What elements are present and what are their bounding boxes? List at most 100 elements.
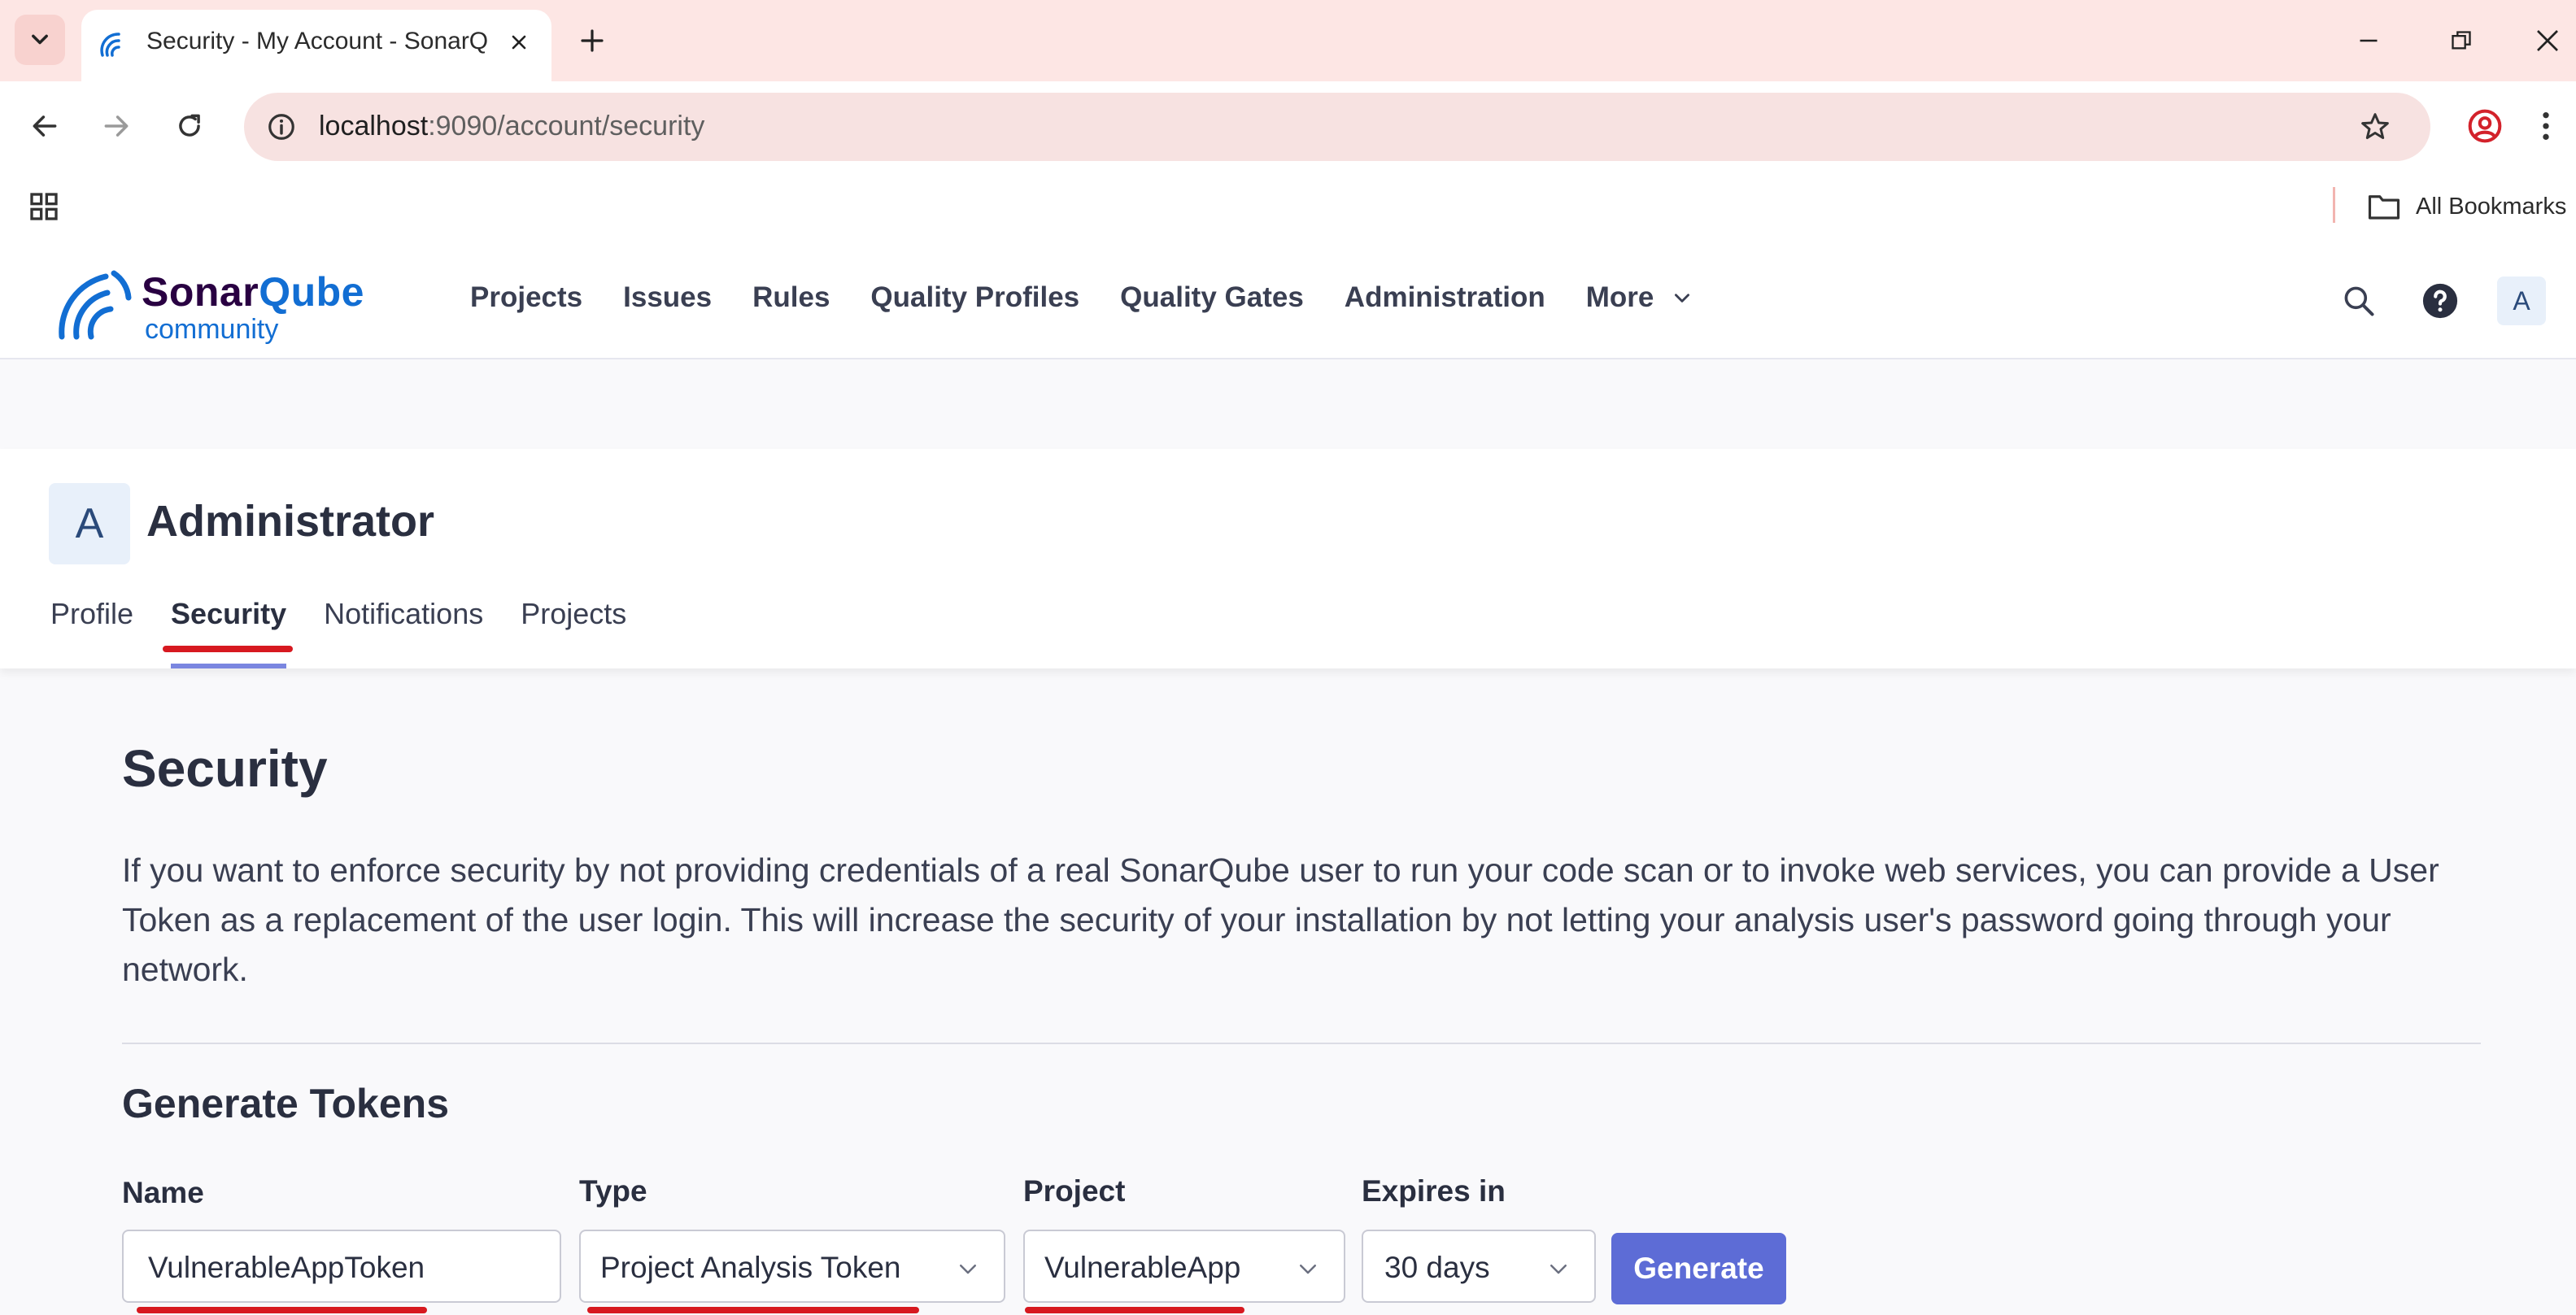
logo-wordmark-prefix: Sonar — [142, 269, 259, 315]
tab-strip: Security - My Account - SonarQube — [0, 0, 2576, 81]
tab-notifications[interactable]: Notifications — [324, 597, 483, 631]
tab-projects[interactable]: Projects — [521, 597, 626, 631]
token-type-value: Project Analysis Token — [600, 1251, 901, 1284]
annotation-underline-project — [1025, 1307, 1244, 1313]
chevron-down-icon — [1300, 1265, 1316, 1274]
tab-search-button[interactable] — [15, 15, 65, 65]
star-icon — [2361, 113, 2389, 139]
logo-wordmark: SonarQube — [142, 268, 364, 316]
close-icon — [512, 35, 526, 50]
project-label: Project — [1023, 1174, 1126, 1208]
bookmarks-separator — [2333, 187, 2335, 223]
restore-icon — [2452, 31, 2471, 50]
section-divider — [122, 1043, 2481, 1044]
info-icon — [268, 114, 294, 140]
window-restore-button[interactable] — [2435, 15, 2487, 67]
help-button[interactable] — [2416, 276, 2465, 325]
search-button[interactable] — [2334, 276, 2383, 325]
all-bookmarks-label: All Bookmarks — [2416, 193, 2567, 220]
name-label: Name — [122, 1176, 204, 1209]
minimize-icon — [2360, 39, 2378, 42]
new-tab-button[interactable] — [569, 18, 615, 63]
forward-button[interactable] — [89, 99, 143, 153]
nav-quality-gates[interactable]: Quality Gates — [1120, 281, 1304, 314]
token-expiry-select[interactable]: 30 days — [1362, 1230, 1596, 1303]
arrow-right-icon — [104, 115, 129, 137]
token-name-input[interactable]: VulnerableAppToken — [122, 1230, 561, 1303]
nav-more-label: More — [1585, 281, 1654, 313]
expires-label: Expires in — [1362, 1174, 1506, 1208]
nav-projects[interactable]: Projects — [470, 281, 582, 314]
folder-icon — [2368, 195, 2400, 220]
bookmarks-bar: All Bookmarks — [0, 171, 2576, 244]
bookmark-star-button[interactable] — [2352, 104, 2398, 150]
chevron-down-icon — [32, 34, 48, 45]
type-select-chevron — [953, 1254, 983, 1283]
token-expiry-value: 30 days — [1384, 1251, 1490, 1284]
expiry-select-chevron — [1544, 1254, 1573, 1283]
nav-issues[interactable]: Issues — [623, 281, 712, 314]
window-close-button[interactable] — [2522, 15, 2574, 67]
nav-administration[interactable]: Administration — [1345, 281, 1545, 314]
url-path: :9090/account/security — [428, 111, 705, 142]
project-select-chevron — [1293, 1254, 1323, 1283]
arrow-left-icon — [33, 115, 57, 137]
logo-wordmark-accent: Qube — [259, 269, 364, 315]
account-name: Administrator — [146, 497, 435, 546]
annotation-underline-security-tab — [163, 646, 293, 652]
browser-tab-active[interactable]: Security - My Account - SonarQube — [81, 10, 551, 81]
tab-title: Security - My Account - SonarQube — [146, 28, 488, 54]
sonarqube-logo-icon — [59, 270, 132, 340]
tab-profile[interactable]: Profile — [50, 597, 133, 631]
chevron-down-icon — [1675, 294, 1690, 303]
profile-icon — [2468, 109, 2502, 143]
window-minimize-button[interactable] — [2343, 15, 2395, 67]
chevron-down-icon — [960, 1265, 976, 1274]
nav-quality-profiles[interactable]: Quality Profiles — [870, 281, 1079, 314]
annotation-underline-type — [587, 1307, 919, 1313]
url-text: localhost:9090/account/security — [319, 111, 704, 142]
generate-button[interactable]: Generate — [1611, 1233, 1786, 1304]
account-header: A Administrator Profile Security Notific… — [0, 449, 2576, 668]
page-title: Security — [122, 739, 328, 798]
browser-chrome: Security - My Account - SonarQube — [0, 0, 2576, 244]
all-bookmarks-button[interactable]: All Bookmarks — [2367, 184, 2566, 229]
security-description: If you want to enforce security by not p… — [122, 851, 2439, 988]
token-project-value: VulnerableApp — [1044, 1251, 1241, 1284]
kebab-menu-icon — [2543, 112, 2549, 140]
apps-grid-icon — [30, 193, 58, 220]
sonarqube-header: SonarQube community Projects Issues Rule… — [0, 244, 2576, 359]
user-avatar-button[interactable]: A — [2497, 276, 2546, 325]
annotation-underline-name — [137, 1307, 427, 1313]
apps-button[interactable] — [23, 185, 65, 228]
nav-rules[interactable]: Rules — [752, 281, 830, 314]
address-bar[interactable]: localhost:9090/account/security — [244, 93, 2430, 161]
reload-button[interactable] — [163, 99, 216, 153]
avatar: A — [49, 483, 130, 564]
site-info-button[interactable] — [259, 104, 304, 150]
close-icon — [2537, 30, 2558, 51]
browser-toolbar: localhost:9090/account/security — [0, 81, 2576, 171]
type-label: Type — [579, 1174, 647, 1208]
help-icon — [2422, 283, 2458, 319]
token-project-select[interactable]: VulnerableApp — [1023, 1230, 1345, 1303]
search-icon — [2344, 286, 2374, 316]
main-nav: Projects Issues Rules Quality Profiles Q… — [470, 281, 1693, 314]
generate-tokens-title: Generate Tokens — [122, 1081, 450, 1126]
browser-menu-button[interactable] — [2530, 99, 2562, 153]
sonarqube-favicon-icon — [100, 33, 120, 57]
sonarqube-logo[interactable]: SonarQube community — [54, 262, 395, 345]
back-button[interactable] — [18, 99, 72, 153]
chevron-down-icon — [1550, 1265, 1567, 1274]
tab-security[interactable]: Security — [171, 597, 287, 668]
profile-button[interactable] — [2458, 99, 2512, 153]
plus-icon — [581, 29, 604, 52]
token-name-value: VulnerableAppToken — [148, 1251, 425, 1284]
logo-edition: community — [145, 314, 279, 345]
account-tabs: Profile Security Notifications Projects — [50, 597, 626, 668]
reload-icon — [179, 114, 200, 137]
url-host: localhost — [319, 111, 429, 142]
nav-more[interactable]: More — [1586, 281, 1693, 314]
tab-close-button[interactable] — [498, 21, 540, 63]
token-type-select[interactable]: Project Analysis Token — [579, 1230, 1005, 1303]
